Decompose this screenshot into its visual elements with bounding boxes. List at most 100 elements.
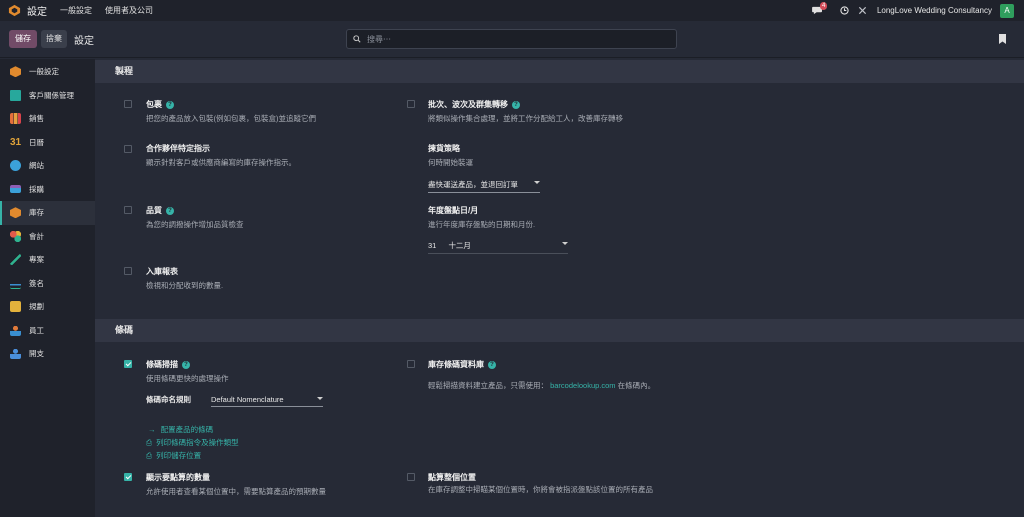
sidebar-item-label: 銷售 <box>29 114 44 124</box>
sidebar-item-calendar[interactable]: 31 日曆 <box>0 131 95 155</box>
sidebar-item-label: 庫存 <box>29 208 44 218</box>
setting-title: 條碼掃描 <box>146 360 178 369</box>
sidebar-item-label: 開支 <box>29 349 44 359</box>
sidebar-item-general-settings[interactable]: 一般設定 <box>0 60 95 84</box>
setting-title: 包裹 <box>146 100 162 109</box>
search-icon <box>353 35 361 43</box>
sidebar-item-label: 網站 <box>29 161 44 171</box>
clock-icon[interactable] <box>840 6 849 15</box>
setting-description: 把您的產品放入包裝(例如包裹，包裝盒)並追蹤它們 <box>146 114 316 123</box>
count-location-checkbox[interactable] <box>407 473 415 481</box>
setting-title: 批次、波次及群集轉移 <box>428 100 508 109</box>
sidebar-item-crm[interactable]: 客戶關係管理 <box>0 84 95 108</box>
setting-batch-transfers: 批次、波次及群集轉移? 將類似操作集合處理，並將工作分配給工人，改善庫存轉移 <box>428 99 623 124</box>
setting-title: 顯示要點算的數量 <box>146 473 210 482</box>
sidebar-item-sign[interactable]: 簽名 <box>0 272 95 296</box>
sidebar-item-label: 一般設定 <box>29 67 59 77</box>
sales-icon <box>10 113 21 125</box>
calendar-icon: 31 <box>10 136 22 148</box>
settings-app-icon[interactable] <box>8 4 21 17</box>
search-input[interactable]: 搜尋⋯ <box>367 34 391 45</box>
partner-instructions-checkbox[interactable] <box>124 145 132 153</box>
sidebar-item-planning[interactable]: 規劃 <box>0 295 95 319</box>
receipt-report-checkbox[interactable] <box>124 267 132 275</box>
sidebar-item-label: 簽名 <box>29 278 44 288</box>
packages-checkbox[interactable] <box>124 100 132 108</box>
sidebar-item-inventory[interactable]: 庫存 <box>0 201 95 225</box>
setting-description: 何時開始裝運 <box>428 158 473 167</box>
menu-users-companies[interactable]: 使用者及公司 <box>105 5 153 16</box>
sidebar-item-label: 專案 <box>29 255 44 265</box>
setting-title: 點算整個位置 <box>428 473 476 482</box>
sidebar-item-label: 採購 <box>29 184 44 194</box>
arrow-right-icon: → <box>148 425 156 434</box>
setting-receipt-report: 入庫報表 檢視和分配收到的數量. <box>146 266 223 291</box>
barcode-database-checkbox[interactable] <box>407 360 415 368</box>
setting-description: 使用條碼更快的處理操作 <box>146 374 229 383</box>
sidebar-item-employees[interactable]: 員工 <box>0 319 95 343</box>
select-value: Default Nomenclature <box>211 395 284 404</box>
sidebar-item-website[interactable]: 網站 <box>0 154 95 178</box>
bookmark-icon[interactable] <box>999 34 1006 44</box>
setting-packages: 包裹? 把您的產品放入包裝(例如包裹，包裝盒)並追蹤它們 <box>146 99 316 124</box>
user-avatar[interactable]: A <box>1000 3 1014 18</box>
setting-partner-instructions: 合作夥伴特定指示 顯示針對客戶或供應商編寫的庫存操作指示。 <box>146 143 296 168</box>
annual-inventory-day[interactable]: 31 <box>428 241 436 250</box>
setting-picking-policy: 揀貨策略 何時開始裝運 <box>428 143 473 168</box>
setting-title: 品質 <box>146 206 162 215</box>
help-icon[interactable]: ? <box>488 361 496 369</box>
description-text: 輕鬆掃描資料建立產品，只需使用： <box>428 381 548 390</box>
sidebar-item-expenses[interactable]: 開支 <box>0 342 95 366</box>
sidebar-item-label: 日曆 <box>29 137 44 147</box>
discard-button[interactable]: 捨棄 <box>41 30 67 48</box>
sidebar-item-sales[interactable]: 銷售 <box>0 107 95 131</box>
picking-policy-select[interactable]: 盡快運送產品，並退回訂單 <box>428 179 540 193</box>
barcodelookup-link[interactable]: barcodelookup.com <box>550 381 615 390</box>
setting-description: 檢視和分配收到的數量. <box>146 281 224 290</box>
annual-inventory-select[interactable]: 31 十二月 <box>428 240 568 254</box>
show-quantity-checkbox[interactable] <box>124 473 132 481</box>
link-label: 配置產品的條碼 <box>160 425 214 434</box>
configure-barcodes-link[interactable]: → 配置產品的條碼 <box>148 424 213 435</box>
printer-icon: ⎙ <box>146 451 152 460</box>
tools-icon[interactable] <box>858 6 867 15</box>
sidebar-item-accounting[interactable]: 會計 <box>0 225 95 249</box>
help-icon[interactable]: ? <box>182 361 190 369</box>
app-title[interactable]: 設定 <box>27 3 47 18</box>
setting-description: 將類似操作集合處理，並將工作分配給工人，改善庫存轉移 <box>428 114 623 123</box>
barcode-database-description: 輕鬆掃描資料建立產品，只需使用： barcodelookup.com 在條碼內。 <box>428 380 678 392</box>
chevron-down-icon <box>534 181 540 184</box>
messages-button[interactable]: 4 <box>810 0 830 21</box>
search-box[interactable]: 搜尋⋯ <box>346 29 677 49</box>
nomenclature-select[interactable]: Default Nomenclature <box>211 395 323 407</box>
print-locations-link[interactable]: ⎙ 列印儲存位置 <box>146 450 201 461</box>
notification-badge: 4 <box>819 2 828 10</box>
barcode-scanner-checkbox[interactable] <box>124 360 132 368</box>
setting-show-quantity: 顯示要點算的數量 允許使用者查看某個位置中，需要點算產品的預期數量 <box>146 472 326 497</box>
chevron-down-icon <box>317 397 323 400</box>
employees-icon <box>10 324 21 336</box>
purchase-icon <box>10 185 21 194</box>
accounting-icon <box>10 230 21 242</box>
save-button[interactable]: 儲存 <box>9 30 37 48</box>
sidebar-item-project[interactable]: 專案 <box>0 248 95 272</box>
crm-icon <box>10 89 21 101</box>
annual-inventory-month[interactable]: 十二月 <box>448 241 471 250</box>
printer-icon: ⎙ <box>146 438 152 447</box>
help-icon[interactable]: ? <box>166 207 174 215</box>
batch-transfers-checkbox[interactable] <box>407 100 415 108</box>
link-label: 列印儲存位置 <box>156 451 202 460</box>
menu-general-settings[interactable]: 一般設定 <box>60 5 92 16</box>
setting-title: 庫存條碼資料庫 <box>428 360 484 369</box>
setting-description: 在庫存調整中掃瞄某個位置時，你將會被指派盤點該位置的所有產品 <box>428 485 653 494</box>
sign-icon <box>10 277 21 289</box>
sidebar-item-label: 會計 <box>29 231 44 241</box>
company-switcher[interactable]: LongLove Wedding Consultancy <box>877 6 992 15</box>
help-icon[interactable]: ? <box>512 101 520 109</box>
setting-barcode-scanner: 條碼掃描? 使用條碼更快的處理操作 <box>146 359 229 384</box>
print-operation-barcodes-link[interactable]: ⎙ 列印條碼指令及操作類型 <box>146 437 239 448</box>
help-icon[interactable]: ? <box>166 101 174 109</box>
sidebar-item-purchase[interactable]: 採購 <box>0 178 95 202</box>
settings-sidebar: 一般設定 客戶關係管理 銷售 31 日曆 網站 採購 庫存 會計 專案 簽名 規劃… <box>0 59 95 517</box>
quality-checkbox[interactable] <box>124 206 132 214</box>
